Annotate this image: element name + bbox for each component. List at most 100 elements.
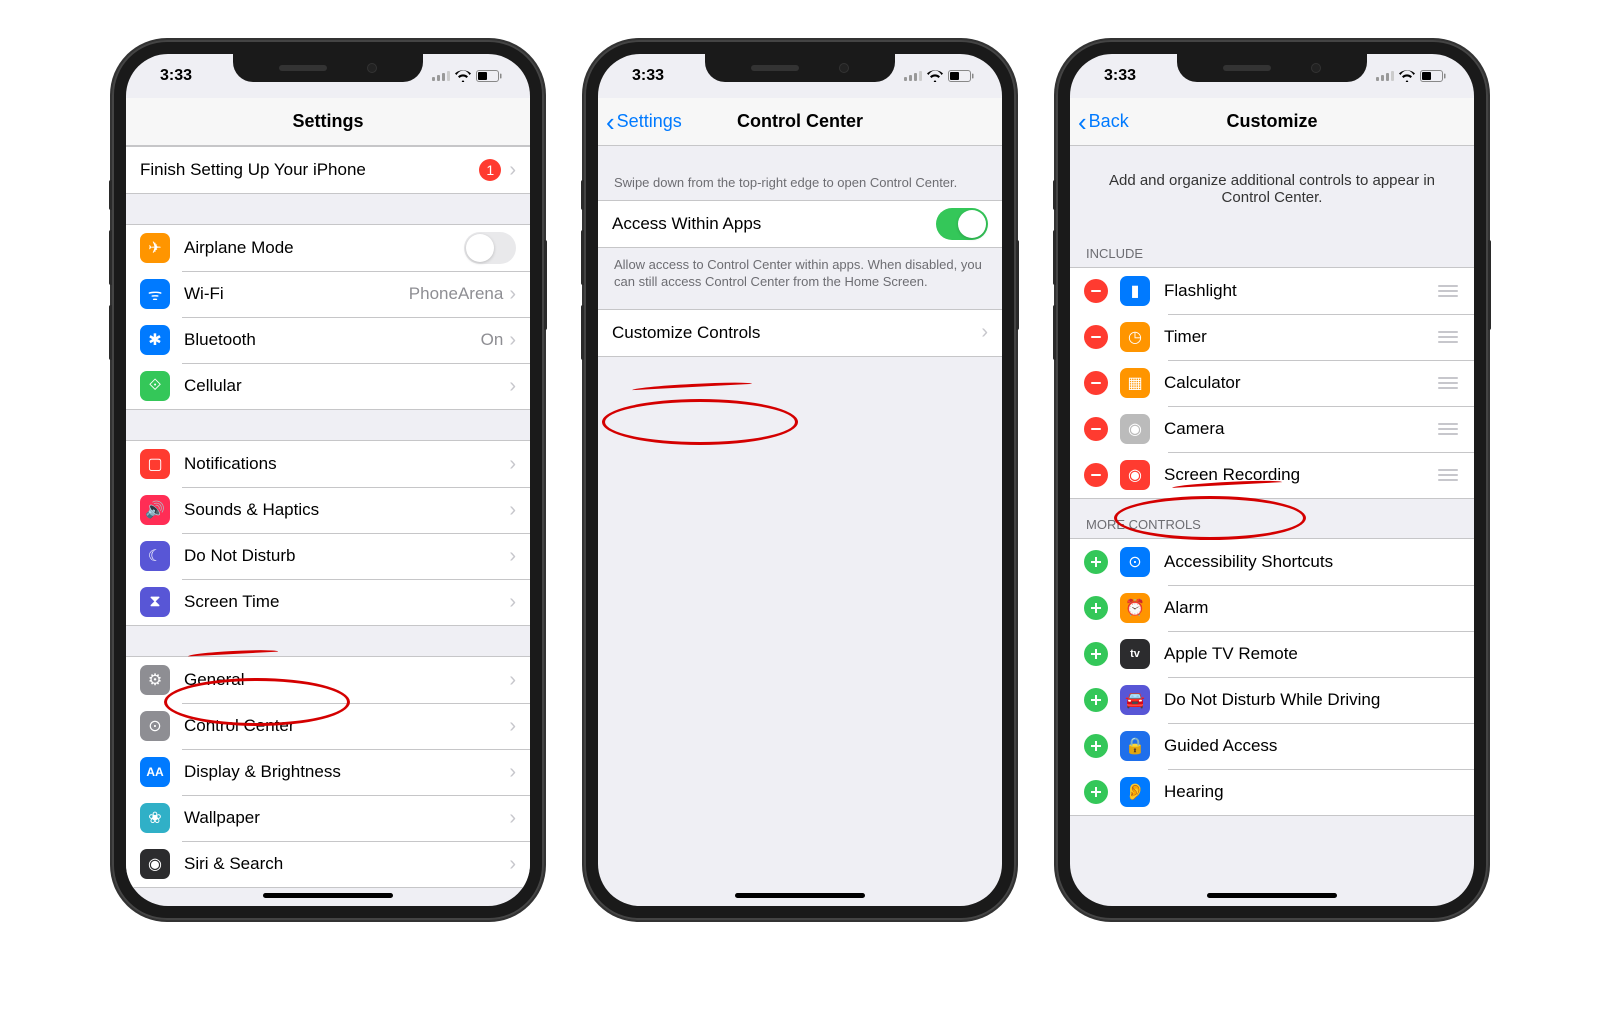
row-apple-tv-remote[interactable]: tvApple TV Remote	[1070, 631, 1474, 677]
screen-settings: 3:33 Settings Finish Setting Up Your iPh…	[126, 54, 530, 906]
signal-icon	[432, 71, 450, 81]
row-label: Bluetooth	[184, 330, 481, 350]
more-list: ⊙Accessibility Shortcuts ⏰ Alarm tvApple TV…	[1070, 538, 1474, 816]
row-wi-fi[interactable]: ᯤWi-FiPhoneArena›	[126, 271, 530, 317]
reorder-handle[interactable]	[1438, 377, 1460, 389]
camera-icon: ◉	[1120, 414, 1150, 444]
section-header-more: More Controls	[1070, 499, 1474, 538]
car-icon: 🚘	[1120, 685, 1150, 715]
chevron-icon: ›	[509, 853, 516, 876]
screen-customize: 3:33 ‹ Back Customize Add and organize a…	[1070, 54, 1474, 906]
home-indicator[interactable]	[263, 893, 393, 898]
row-screen-recording[interactable]: ◉Screen Recording	[1070, 452, 1474, 498]
settings-group-general: ⚙General›⊙Control Center›AADisplay & Bri…	[126, 656, 530, 888]
row-control-center[interactable]: ⊙Control Center›	[126, 703, 530, 749]
signal-icon	[1376, 71, 1394, 81]
add-button[interactable]	[1084, 550, 1108, 574]
add-button[interactable]	[1084, 688, 1108, 712]
row-label: Airplane Mode	[184, 238, 464, 258]
row-display-brightness[interactable]: AADisplay & Brightness›	[126, 749, 530, 795]
wifi-icon	[455, 70, 471, 82]
row-hearing[interactable]: 👂 Hearing	[1070, 769, 1474, 815]
row-notifications[interactable]: ▢Notifications›	[126, 441, 530, 487]
row-general[interactable]: ⚙General›	[126, 657, 530, 703]
row-label: Screen Recording	[1164, 465, 1438, 485]
row-label: General	[184, 670, 509, 690]
toggle[interactable]	[464, 232, 516, 264]
reorder-handle[interactable]	[1438, 423, 1460, 435]
add-button[interactable]	[1084, 780, 1108, 804]
row-label: Screen Time	[184, 592, 509, 612]
remove-button[interactable]	[1084, 279, 1108, 303]
bell-icon: ▢	[140, 449, 170, 479]
antenna-icon: ⟐	[140, 371, 170, 401]
home-indicator[interactable]	[735, 893, 865, 898]
row-label: Hearing	[1164, 782, 1460, 802]
chevron-icon: ›	[509, 453, 516, 476]
tv-icon: tv	[1120, 639, 1150, 669]
row-alarm[interactable]: ⏰ Alarm	[1070, 585, 1474, 631]
row-sounds-haptics[interactable]: 🔊 Sounds & Haptics›	[126, 487, 530, 533]
row-airplane-mode[interactable]: ✈Airplane Mode	[126, 225, 530, 271]
intro-text: Add and organize additional controls to …	[1070, 146, 1474, 228]
row-camera[interactable]: ◉Camera	[1070, 406, 1474, 452]
row-label: Customize Controls	[612, 323, 981, 343]
reorder-handle[interactable]	[1438, 285, 1460, 297]
add-button[interactable]	[1084, 596, 1108, 620]
remove-button[interactable]	[1084, 417, 1108, 441]
row-accessibility-shortcuts[interactable]: ⊙Accessibility Shortcuts	[1070, 539, 1474, 585]
row-bluetooth[interactable]: ✱BluetoothOn›	[126, 317, 530, 363]
status-time: 3:33	[632, 67, 664, 85]
chevron-icon: ›	[509, 375, 516, 398]
reorder-handle[interactable]	[1438, 331, 1460, 343]
wifi-icon: ᯤ	[140, 279, 170, 309]
status-icons	[1376, 70, 1446, 82]
remove-button[interactable]	[1084, 325, 1108, 349]
row-guided-access[interactable]: 🔒Guided Access	[1070, 723, 1474, 769]
row-timer[interactable]: ◷Timer	[1070, 314, 1474, 360]
row-do-not-disturb-while-driving[interactable]: 🚘 Do Not Disturb While Driving	[1070, 677, 1474, 723]
alarm-icon: ⏰	[1120, 593, 1150, 623]
status-time: 3:33	[160, 67, 192, 85]
chevron-icon: ›	[981, 321, 988, 344]
home-indicator[interactable]	[1207, 893, 1337, 898]
row-siri-search[interactable]: ◉Siri & Search›	[126, 841, 530, 887]
row-finish-setup[interactable]: Finish Setting Up Your iPhone 1 ›	[126, 147, 530, 193]
add-button[interactable]	[1084, 642, 1108, 666]
reorder-handle[interactable]	[1438, 469, 1460, 481]
hint-text: Swipe down from the top-right edge to op…	[598, 146, 1002, 200]
flower-icon: ❀	[140, 803, 170, 833]
add-button[interactable]	[1084, 734, 1108, 758]
nav-title: Control Center	[737, 111, 863, 132]
row-screen-time[interactable]: ⧗Screen Time›	[126, 579, 530, 625]
wifi-icon	[1399, 70, 1415, 82]
section-header-include: Include	[1070, 228, 1474, 267]
toggle-access-within-apps[interactable]	[936, 208, 988, 240]
remove-button[interactable]	[1084, 463, 1108, 487]
speaker-icon: 🔊	[140, 495, 170, 525]
gear-icon: ⚙	[140, 665, 170, 695]
row-customize-controls[interactable]: Customize Controls ›	[598, 310, 1002, 356]
nav-back-button[interactable]: ‹ Settings	[606, 109, 682, 135]
row-label: Do Not Disturb While Driving	[1164, 690, 1460, 710]
chevron-icon: ›	[509, 591, 516, 614]
row-cellular[interactable]: ⟐Cellular›	[126, 363, 530, 409]
battery-icon	[1420, 70, 1446, 82]
remove-button[interactable]	[1084, 371, 1108, 395]
chevron-icon: ›	[509, 283, 516, 306]
chevron-icon: ›	[509, 715, 516, 738]
wifi-icon	[927, 70, 943, 82]
ear-icon: 👂	[1120, 777, 1150, 807]
lock-icon: 🔒	[1120, 731, 1150, 761]
row-wallpaper[interactable]: ❀Wallpaper›	[126, 795, 530, 841]
nav-back-button[interactable]: ‹ Back	[1078, 109, 1129, 135]
row-label: Sounds & Haptics	[184, 500, 509, 520]
row-access-within-apps[interactable]: Access Within Apps	[598, 201, 1002, 247]
row-flashlight[interactable]: ▮Flashlight	[1070, 268, 1474, 314]
chevron-icon: ›	[509, 499, 516, 522]
row-calculator[interactable]: ▦Calculator	[1070, 360, 1474, 406]
row-do-not-disturb[interactable]: ☾Do Not Disturb›	[126, 533, 530, 579]
nav-back-label: Settings	[617, 111, 682, 132]
row-label: Alarm	[1164, 598, 1460, 618]
battery-icon	[948, 70, 974, 82]
